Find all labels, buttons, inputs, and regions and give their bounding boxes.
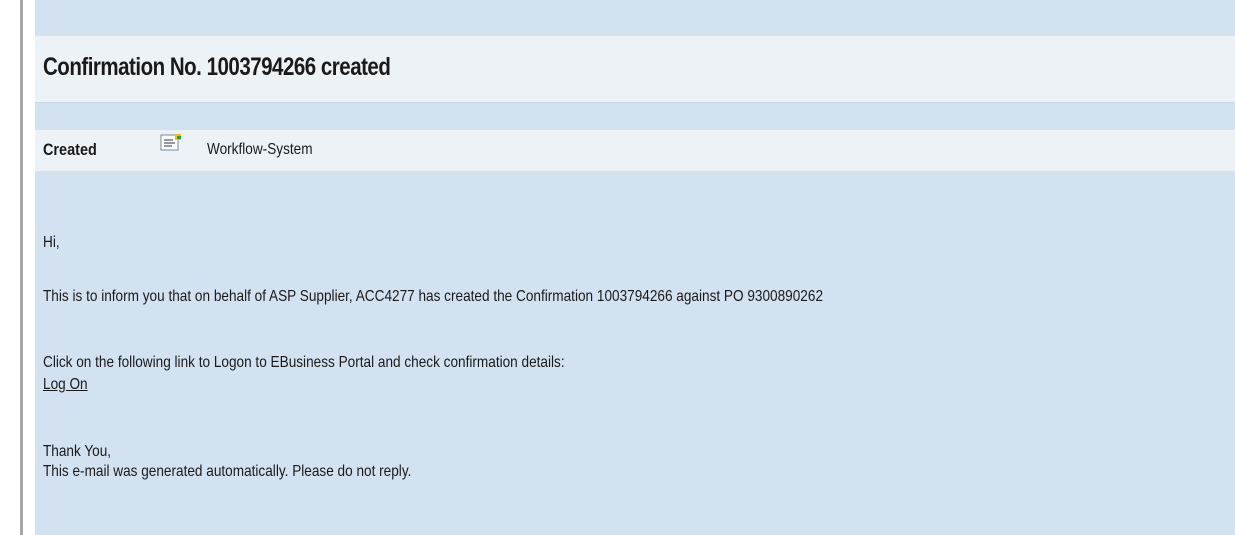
title-bar: Confirmation No. 1003794266 created: [35, 36, 1235, 103]
document-icon: [160, 134, 182, 152]
created-label: Created: [43, 140, 97, 159]
email-title: Confirmation No. 1003794266 created: [43, 53, 391, 81]
sender-name[interactable]: Workflow-System: [207, 141, 313, 159]
auto-generated-notice: This e-mail was generated automatically.…: [43, 463, 412, 480]
closing-text: Thank You,: [43, 443, 112, 460]
instruction-text: Click on the following link to Logon to …: [43, 354, 565, 371]
log-on-link-wrapper: Log On: [43, 375, 88, 395]
message-text: This is to inform you that on behalf of …: [43, 288, 824, 305]
email-panel: Confirmation No. 1003794266 created Crea…: [35, 0, 1235, 535]
created-by-row: Created Workflow-System: [35, 130, 1235, 171]
left-frame-border: [20, 0, 23, 535]
greeting-text: Hi,: [43, 234, 60, 251]
log-on-link[interactable]: Log On: [43, 376, 88, 393]
